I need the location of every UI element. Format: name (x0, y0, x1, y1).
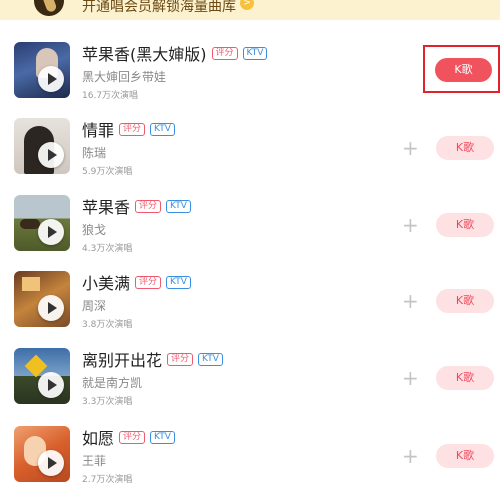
highlight-box: K歌 (423, 45, 500, 93)
play-icon[interactable] (38, 295, 64, 321)
song-cover[interactable] (14, 271, 70, 327)
song-artist: 就是南方凯 (82, 376, 143, 390)
ktv-tag: KTV (166, 199, 191, 213)
song-cover[interactable] (14, 42, 70, 98)
add-to-list-icon[interactable]: + (402, 291, 419, 311)
song-row[interactable]: 苹果香 评分 KTV 狼戈 4.3万次演唱 + K歌 (0, 195, 500, 271)
add-to-list-icon[interactable]: + (402, 215, 419, 235)
score-tag: 评分 (211, 46, 238, 60)
score-tag: 评分 (135, 199, 162, 213)
ktv-tag: KTV (166, 275, 191, 289)
song-artist: 周深 (82, 299, 107, 313)
score-tag: 评分 (167, 352, 194, 366)
song-row[interactable]: 小美满 评分 KTV 周深 3.8万次演唱 + K歌 (0, 271, 500, 347)
song-artist: 黑大婶回乡带娃 (82, 70, 167, 84)
song-cover[interactable] (14, 348, 70, 404)
k-song-button[interactable]: K歌 (436, 366, 494, 390)
k-song-button[interactable]: K歌 (436, 444, 494, 468)
play-icon[interactable] (38, 450, 64, 476)
cover-window (22, 277, 40, 291)
play-icon[interactable] (38, 142, 64, 168)
song-title: 苹果香(黑大婶版) (82, 45, 207, 64)
k-song-button[interactable]: K歌 (436, 136, 494, 160)
song-title: 如愿 (82, 429, 115, 448)
play-count: 3.8万次演唱 (82, 320, 133, 330)
song-row[interactable]: 情罪 评分 KTV 陈瑞 5.9万次演唱 + K歌 (0, 118, 500, 194)
k-song-button[interactable]: K歌 (436, 289, 494, 313)
score-tag: 评分 (135, 275, 162, 289)
add-to-list-icon[interactable]: + (402, 138, 419, 158)
play-icon[interactable] (38, 372, 64, 398)
ktv-tag: KTV (242, 46, 268, 60)
play-icon[interactable] (38, 66, 64, 92)
song-row[interactable]: 离别开出花 评分 KTV 就是南方凯 3.3万次演唱 + K歌 (0, 348, 500, 424)
song-title: 离别开出花 (82, 351, 163, 370)
song-artist: 狼戈 (82, 223, 107, 237)
add-to-list-icon[interactable]: + (402, 446, 419, 466)
score-tag: 评分 (119, 430, 146, 444)
ktv-tag: KTV (198, 352, 223, 366)
score-tag: 评分 (119, 122, 146, 136)
microphone-icon (29, 0, 69, 20)
song-artist: 陈瑞 (82, 146, 107, 160)
k-song-button[interactable]: K歌 (435, 58, 492, 82)
play-count: 16.7万次演唱 (82, 91, 139, 101)
play-count: 5.9万次演唱 (82, 167, 133, 177)
k-song-button[interactable]: K歌 (436, 213, 494, 237)
play-count: 3.3万次演唱 (82, 397, 133, 407)
song-cover[interactable] (14, 195, 70, 251)
song-row[interactable]: 如愿 评分 KTV 王菲 2.7万次演唱 + K歌 (0, 426, 500, 502)
play-count: 4.3万次演唱 (82, 244, 133, 254)
song-artist: 王菲 (82, 454, 107, 468)
vip-banner[interactable]: 开通唱会员解锁海量曲库 > (0, 0, 500, 20)
song-title: 情罪 (82, 121, 115, 140)
add-to-list-icon[interactable]: + (402, 368, 419, 388)
ktv-tag: KTV (150, 122, 175, 136)
play-icon[interactable] (38, 219, 64, 245)
song-title: 小美满 (82, 274, 131, 293)
song-title: 苹果香 (82, 198, 131, 217)
song-cover[interactable] (14, 118, 70, 174)
play-count: 2.7万次演唱 (82, 475, 133, 485)
banner-arrow-badge[interactable]: > (240, 0, 254, 10)
banner-text: 开通唱会员解锁海量曲库 (82, 0, 236, 15)
song-cover[interactable] (14, 426, 70, 482)
ktv-tag: KTV (150, 430, 175, 444)
cover-horse (20, 219, 40, 229)
